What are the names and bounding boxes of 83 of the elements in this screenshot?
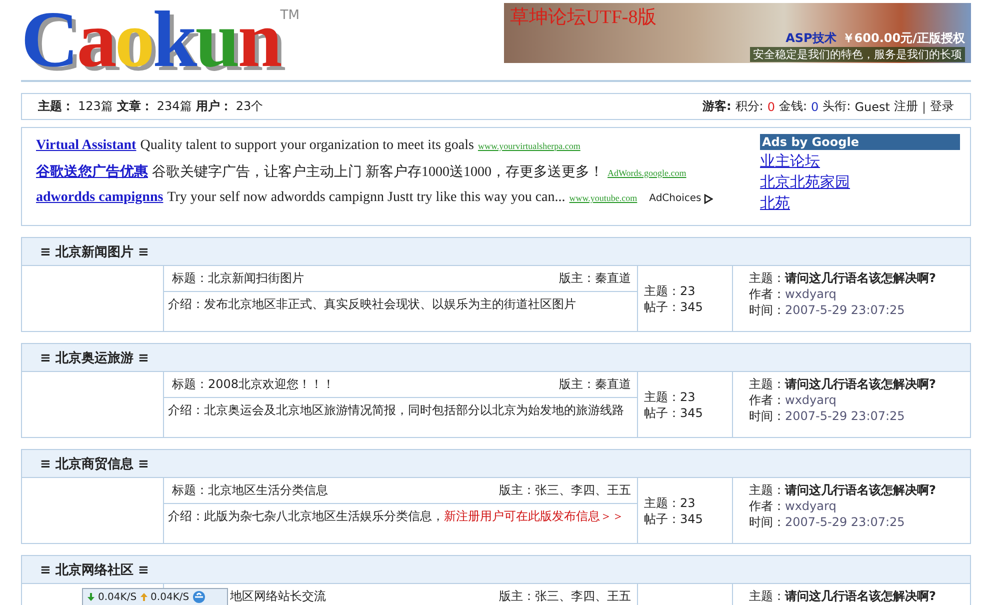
user-field-label: 头衔: <box>822 98 851 115</box>
last-post-value: 2007-5-29 23:07:25 <box>785 409 905 423</box>
post-count: 帖子：345 <box>644 298 704 314</box>
ad-link[interactable]: 北京北苑家园 <box>760 173 960 192</box>
user-field-value: 0 <box>767 100 775 114</box>
last-post-label: 时间： <box>749 303 785 317</box>
last-post-label: 时间： <box>749 515 785 529</box>
banner-ad[interactable]: 草坤论坛UTF-8版 ASP技术 ￥600.00元/正版授权 安全稳定是我们的特色，服务是我们的长项 <box>504 3 971 63</box>
ad-url-link[interactable]: AdWords.google.com <box>608 168 686 178</box>
last-post-value: wxdyarq <box>785 287 836 301</box>
last-post-value: wxdyarq <box>785 393 836 407</box>
last-post-value: 2007-5-29 23:07:25 <box>785 515 905 529</box>
last-post-label: 作者： <box>749 287 785 301</box>
banner-tag: ASP技术 <box>786 30 836 47</box>
banner-title: 草坤论坛UTF-8版 <box>510 6 658 30</box>
adchoices-label[interactable]: AdChoices <box>649 193 702 204</box>
up-arrow-icon <box>140 592 148 602</box>
forum-intro: 介绍：发布北京地区非正式、真实反映社会现状、以娱乐为主的街道社区图片 <box>168 297 576 311</box>
trademark-mark: TM <box>280 8 300 23</box>
user-field-label: 积分: <box>735 98 764 115</box>
forum-moderator: 版主：秦直道 <box>559 270 631 287</box>
ad-url-link[interactable]: www.youtube.com <box>569 193 638 203</box>
user-role: 游客: <box>702 98 732 115</box>
logo-wordmark: Caokun <box>21 2 280 78</box>
stat-value: 234篇 <box>156 98 192 115</box>
link-separator: | <box>922 100 926 114</box>
user-field-value: Guest <box>854 100 890 114</box>
forum-topic[interactable]: 地区网络站长交流 <box>230 588 326 605</box>
user-field-value: 0 <box>811 100 819 114</box>
last-post-label: 时间： <box>749 409 785 423</box>
forum-moderator: 版主：张三、李四、王五 <box>499 482 631 499</box>
forum-intro: 介绍：此版为杂七杂八北京地区生活娱乐分类信息，新注册用户可在此版发布信息＞＞ <box>168 509 624 523</box>
last-post-value: 2007-5-29 23:07:25 <box>785 303 905 317</box>
forum-title[interactable]: ≡ 北京商贸信息 ≡ <box>40 454 149 472</box>
post-count: 帖子：345 <box>644 404 704 420</box>
banner-slogan: 安全稳定是我们的特色，服务是我们的长项 <box>750 47 965 62</box>
user-link[interactable]: 登录 <box>930 98 954 115</box>
download-speed: 0.04K/S <box>98 592 137 602</box>
ad-title-link[interactable]: adwordds campignns <box>36 190 164 206</box>
last-post-value[interactable]: 请问这几行语名该怎解决啊? <box>785 271 936 285</box>
ad-text: Quality talent to support your organization to meet its goals <box>140 138 474 154</box>
last-post-label: 主题： <box>749 377 785 391</box>
last-post-label: 主题： <box>749 483 785 497</box>
topic-count: 主题：23 <box>644 282 696 298</box>
play-triangle-icon[interactable] <box>704 194 714 204</box>
upload-speed: 0.04K/S <box>150 592 190 602</box>
stat-label: 主题： <box>38 98 74 115</box>
ad-text: 谷歌关键字广告，让客户主动上门 新客户存1000送1000，存更多送更多！ <box>152 163 604 181</box>
last-post-label: 主题： <box>749 589 785 603</box>
topic-count: 主题：23 <box>644 494 696 510</box>
ads-by-google-header: Ads by Google <box>760 134 960 150</box>
last-post-label: 作者： <box>749 393 785 407</box>
last-post-value: wxdyarq <box>785 499 836 513</box>
last-post-value[interactable]: 请问这几行语名该怎解决啊? <box>785 483 936 497</box>
user-link[interactable]: 注册 <box>894 98 918 115</box>
ad-link[interactable]: 业主论坛 <box>760 152 960 171</box>
last-post-value[interactable]: 请问这几行语名该怎解决啊? <box>785 589 936 603</box>
stat-value: 23个 <box>236 98 264 115</box>
forum-title[interactable]: ≡ 北京网络社区 ≡ <box>40 560 149 578</box>
stat-value: 123篇 <box>78 98 113 115</box>
forum-topic[interactable]: 标题：北京地区生活分类信息 <box>172 482 328 499</box>
ad-link[interactable]: 北苑 <box>760 194 960 213</box>
last-post-value[interactable]: 请问这几行语名该怎解决啊? <box>785 377 936 391</box>
user-field-label: 金钱: <box>778 98 808 115</box>
ad-text: Try your self now adwordds campignn Justt try like this way you can... <box>167 190 566 206</box>
post-count: 帖子：345 <box>644 510 704 526</box>
forum-moderator: 版主：张三、李四、王五 <box>499 588 631 605</box>
down-arrow-icon <box>87 592 95 602</box>
forum-topic[interactable]: 标题：2008北京欢迎您！！！ <box>172 376 335 393</box>
forum-intro: 介绍：北京奥运会及北京地区旅游情况简报，同时包括部分以北京为始发地的旅游线路 <box>168 403 624 417</box>
last-post-label: 主题： <box>749 271 785 285</box>
forum-title[interactable]: ≡ 北京奥运旅游 ≡ <box>40 348 149 366</box>
forum-topic[interactable]: 标题：北京新闻扫街图片 <box>172 270 304 287</box>
ad-title-link[interactable]: 谷歌送您广告优惠 <box>36 163 148 181</box>
forum-title[interactable]: ≡ 北京新闻图片 ≡ <box>40 242 149 260</box>
stat-label: 文章： <box>116 98 153 115</box>
topic-count: 主题：23 <box>644 388 696 404</box>
forum-moderator: 版主：秦直道 <box>559 376 631 393</box>
stat-label: 用户： <box>196 98 232 115</box>
ad-title-link[interactable]: Virtual Assistant <box>36 138 136 154</box>
banner-price: ￥600.00元/正版授权 <box>842 30 965 47</box>
ad-url-link[interactable]: www.yourvirtualsherpa.com <box>478 141 580 151</box>
last-post-label: 作者： <box>749 499 785 513</box>
